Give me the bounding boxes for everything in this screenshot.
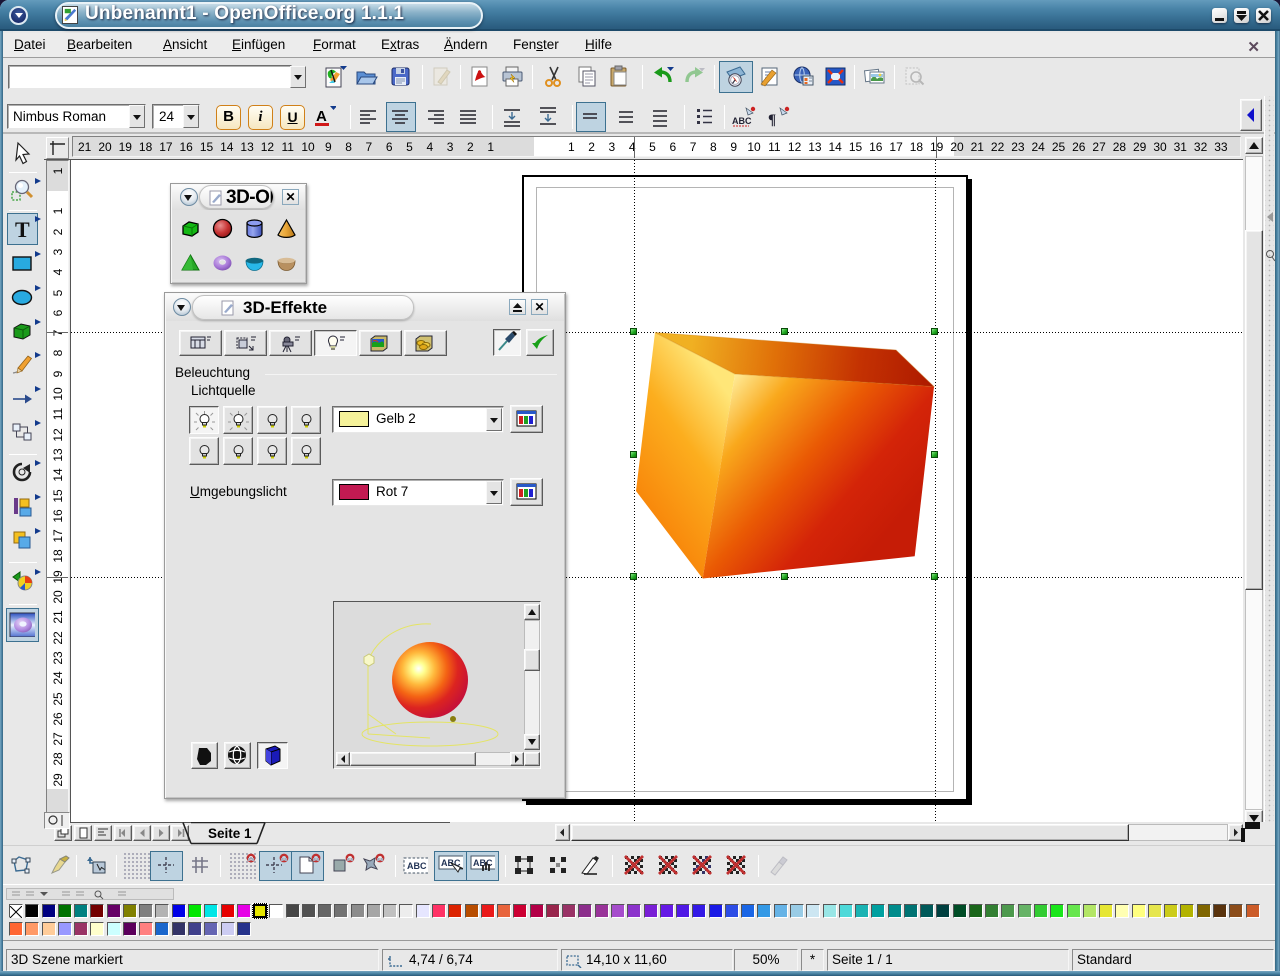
- svg-text:A: A: [316, 108, 327, 125]
- svg-text:T: T: [15, 217, 30, 242]
- svg-text:ABC: ABC: [732, 116, 752, 126]
- svg-text:Seite 1: Seite 1: [208, 826, 252, 841]
- svg-text:ABC: ABC: [407, 861, 427, 871]
- svg-text:¶: ¶: [768, 112, 776, 128]
